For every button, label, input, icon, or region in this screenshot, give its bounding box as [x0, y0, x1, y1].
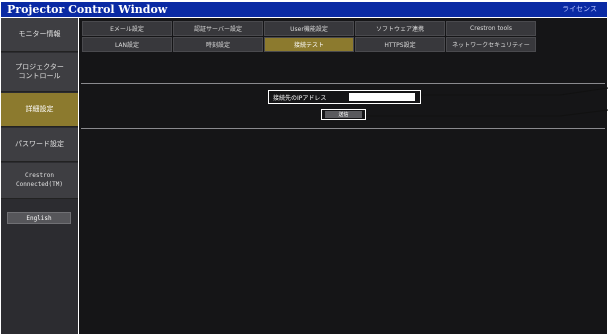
sidebar-item-monitor-info[interactable]: モニター情報 [1, 18, 78, 52]
ip-address-label: 接続先のIPアドレス [273, 94, 327, 102]
tab-bar: Eメール設定 認証サーバー設定 User機能設定 ソフトウェア連携 Crestr… [79, 18, 607, 60]
sidebar-item-label: パスワード設定 [15, 139, 64, 148]
divider-top [81, 83, 605, 84]
sidebar-item-label: モニター情報 [18, 29, 61, 38]
window-title: Projector Control Window [7, 3, 168, 16]
tab-user-function-settings[interactable]: User機能設定 [264, 21, 354, 36]
tab-https-settings[interactable]: HTTPS設定 [355, 37, 445, 52]
tab-time-settings[interactable]: 時刻設定 [173, 37, 263, 52]
divider-bottom [81, 128, 605, 129]
sidebar: モニター情報 プロジェクター コントロール 詳細設定 パスワード設定 Crest… [1, 18, 78, 334]
tab-software-integration[interactable]: ソフトウェア連携 [355, 21, 445, 36]
sidebar-item-crestron[interactable]: Crestron Connected(TM) [1, 163, 78, 199]
sidebar-item-detailed-settings[interactable]: 詳細設定 [1, 93, 78, 127]
sidebar-item-label: Crestron Connected(TM) [16, 172, 63, 188]
tab-crestron-tools[interactable]: Crestron tools [446, 21, 536, 36]
send-button-label: 送信 [325, 111, 362, 118]
title-bar: Projector Control Window ライセンス [1, 2, 607, 17]
license-link[interactable]: ライセンス [562, 2, 597, 17]
sidebar-item-password-settings[interactable]: パスワード設定 [1, 128, 78, 162]
main-panel: Eメール設定 認証サーバー設定 User機能設定 ソフトウェア連携 Crestr… [79, 18, 607, 334]
tab-auth-server-settings[interactable]: 認証サーバー設定 [173, 21, 263, 36]
sidebar-item-projector-control[interactable]: プロジェクター コントロール [1, 53, 78, 92]
tab-email-settings[interactable]: Eメール設定 [82, 21, 172, 36]
tab-connection-test[interactable]: 接続テスト [264, 37, 354, 52]
language-button[interactable]: English [7, 212, 71, 224]
tab-lan-settings[interactable]: LAN設定 [82, 37, 172, 52]
send-button[interactable]: 送信 [321, 109, 366, 120]
sidebar-item-label: プロジェクター コントロール [15, 62, 64, 80]
sidebar-item-label: 詳細設定 [25, 104, 54, 113]
ip-address-input[interactable] [349, 93, 415, 101]
tab-network-security[interactable]: ネットワークセキュリティー [446, 37, 536, 52]
ip-address-row: 接続先のIPアドレス [268, 90, 421, 104]
